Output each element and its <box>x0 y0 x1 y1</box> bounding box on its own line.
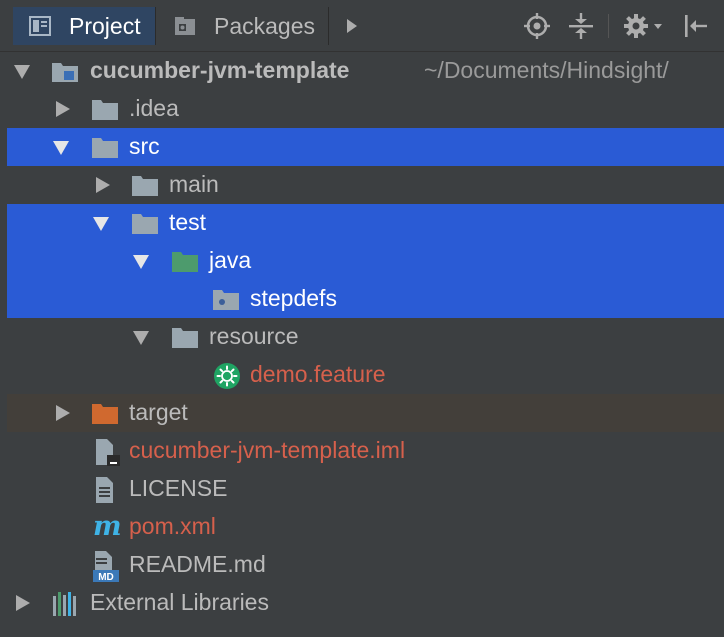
folder-label-main: main <box>169 171 219 197</box>
library-icon <box>53 592 76 616</box>
tree-row-resource[interactable]: resource <box>7 318 724 356</box>
text-file-icon <box>96 477 113 503</box>
expand-arrow-icon[interactable] <box>16 595 30 611</box>
root-module-path: ~/Documents/Hindsight/ <box>424 57 669 83</box>
tab-packages-label: Packages <box>214 13 316 39</box>
expand-arrow-icon[interactable] <box>56 405 70 421</box>
maven-icon: m <box>93 511 122 542</box>
folder-icon <box>92 138 118 158</box>
tree-row-idea[interactable]: .idea <box>7 90 724 128</box>
module-folder-icon <box>52 63 78 82</box>
expand-arrow-icon[interactable] <box>133 331 149 345</box>
file-label-license: LICENSE <box>129 475 228 501</box>
root-module-name: cucumber-jvm-template <box>90 57 350 83</box>
folder-icon <box>172 328 198 348</box>
folder-icon <box>132 176 158 196</box>
file-label-pom: pom.xml <box>129 513 216 539</box>
expand-arrow-icon[interactable] <box>14 65 30 79</box>
test-source-folder-icon <box>172 252 198 272</box>
markdown-file-icon: MD <box>93 551 119 582</box>
excluded-folder-icon <box>92 404 118 424</box>
tab-divider <box>155 7 156 45</box>
tree-row-src[interactable]: src <box>7 128 724 166</box>
collapse-all-icon[interactable] <box>567 12 595 40</box>
tree-row-stepdefs[interactable]: stepdefs <box>7 280 724 318</box>
hide-panel-icon[interactable] <box>682 12 710 40</box>
folder-icon <box>132 214 158 234</box>
expand-arrow-icon[interactable] <box>96 177 110 193</box>
file-label-iml: cucumber-jvm-template.iml <box>129 437 406 463</box>
tree-row-main[interactable]: main <box>7 166 724 204</box>
tree-row-demo-feature[interactable]: demo.feature <box>7 356 724 394</box>
packages-view-icon <box>175 17 195 35</box>
project-tree[interactable]: cucumber-jvm-template ~/Documents/Hindsi… <box>0 52 724 637</box>
file-label-demo-feature: demo.feature <box>250 361 386 387</box>
tree-row-pom[interactable]: m pom.xml <box>7 508 724 546</box>
expand-arrow-icon[interactable] <box>133 255 149 269</box>
tab-divider <box>328 7 329 45</box>
folder-label-src: src <box>129 133 160 159</box>
tree-row-iml[interactable]: cucumber-jvm-template.iml <box>7 432 724 470</box>
expand-arrow-icon[interactable] <box>56 101 70 117</box>
tab-packages[interactable]: Packages <box>158 7 328 45</box>
folder-label-target: target <box>129 399 188 425</box>
tree-row-root[interactable]: cucumber-jvm-template ~/Documents/Hindsi… <box>7 52 724 90</box>
tree-row-external-libraries[interactable]: External Libraries <box>7 584 724 622</box>
markdown-badge-text: MD <box>98 572 114 582</box>
tab-project[interactable]: Project <box>13 7 155 45</box>
locate-target-icon[interactable] <box>523 12 551 40</box>
project-toolbar: Project Packages <box>0 0 724 52</box>
folder-label-java: java <box>209 247 252 273</box>
expand-arrow-icon[interactable] <box>93 217 109 231</box>
package-icon <box>213 290 239 310</box>
tab-project-label: Project <box>69 13 141 39</box>
iml-file-icon <box>96 439 120 466</box>
folder-label-test: test <box>169 209 207 235</box>
tree-row-readme[interactable]: MD README.md <box>7 546 724 584</box>
tree-row-test[interactable]: test <box>7 204 724 242</box>
folder-label-resource: resource <box>209 323 299 349</box>
play-arrow-icon[interactable] <box>343 12 361 40</box>
external-libraries-label: External Libraries <box>90 589 269 615</box>
toolbar-divider <box>608 14 609 38</box>
tree-row-license[interactable]: LICENSE <box>7 470 724 508</box>
tree-row-java[interactable]: java <box>7 242 724 280</box>
expand-arrow-icon[interactable] <box>53 141 69 155</box>
project-view-icon <box>29 16 51 36</box>
tree-row-target[interactable]: target <box>7 394 724 432</box>
folder-label-idea: .idea <box>129 95 179 121</box>
folder-icon <box>92 100 118 120</box>
cucumber-icon <box>214 363 240 389</box>
file-label-readme: README.md <box>129 551 266 577</box>
gear-icon[interactable] <box>622 12 666 40</box>
package-label-stepdefs: stepdefs <box>250 285 337 311</box>
